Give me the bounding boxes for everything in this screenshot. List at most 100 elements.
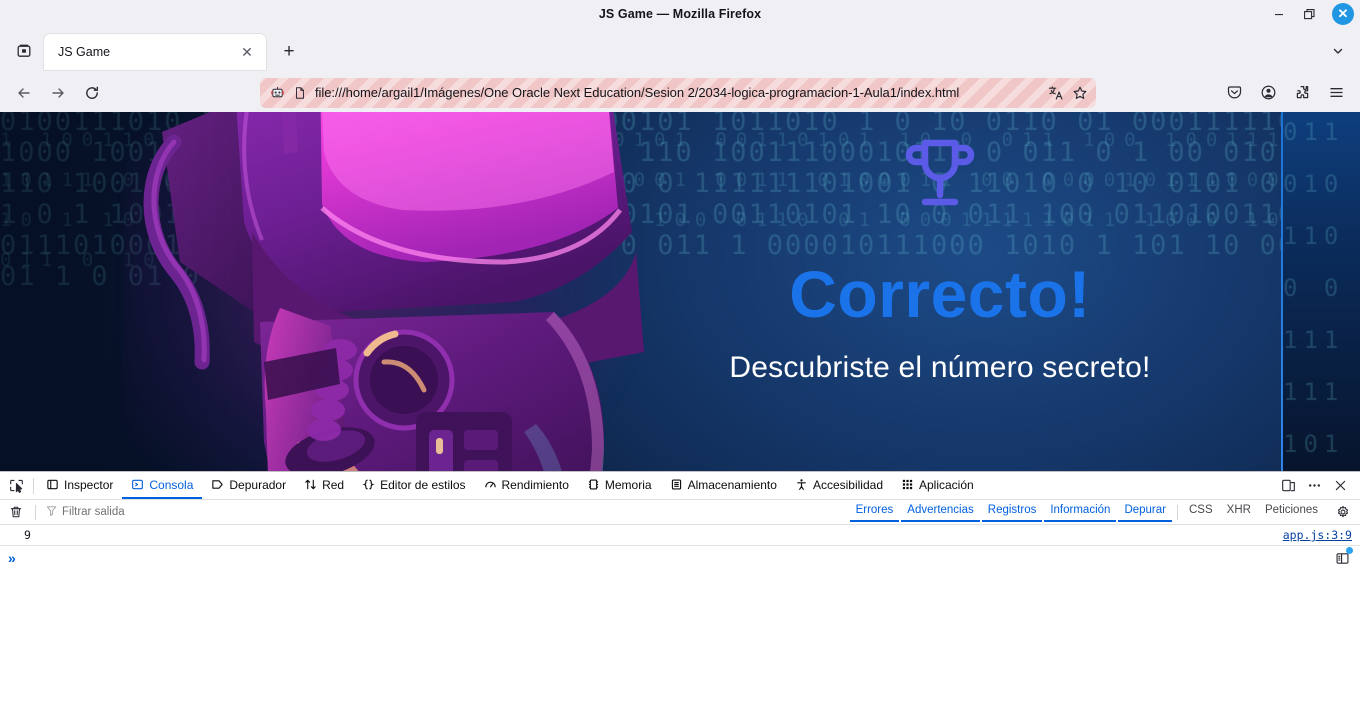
page-subtitle: Descubriste el número secreto! [729, 351, 1151, 384]
devtools-tab-label: Red [322, 477, 345, 492]
back-button[interactable] [8, 78, 40, 108]
devtools-tab-label: Memoria [604, 477, 652, 492]
console-message-text: 9 [24, 528, 31, 542]
astronaut-figure [143, 112, 644, 471]
console-message-row[interactable]: 9 app.js:3:9 [0, 525, 1360, 546]
address-bar[interactable]: file:///home/argail1/Imágenes/One Oracle… [260, 77, 1096, 108]
devtools-tab-editor-de-estilos[interactable]: Editor de estilos [353, 472, 474, 499]
forward-button[interactable] [42, 78, 74, 108]
devtools-tab-label: Almacenamiento [687, 477, 777, 492]
console-filter-placeholder: Filtrar salida [62, 506, 125, 518]
devtools-tab-label: Consola [149, 477, 194, 492]
split-console-icon[interactable] [1332, 547, 1353, 568]
binary-background-layer-3: 0110101100 0 111111101001 0 11010 0 10 0… [1283, 118, 1345, 458]
tab-strip: JS Game ✕ + [0, 28, 1360, 73]
filter-divider [35, 504, 36, 520]
bookmark-star-icon[interactable] [1072, 85, 1088, 101]
maximize-restore-button[interactable] [1294, 3, 1324, 25]
responsive-design-mode-icon[interactable] [1276, 474, 1300, 498]
firefox-view-icon[interactable] [8, 35, 40, 67]
devtools-tab-label: Editor de estilos [380, 477, 466, 492]
devtools-tab-label: Accesibilidad [812, 477, 883, 492]
toolbar-divider [33, 477, 34, 494]
devtools-tab-memoria[interactable]: Memoria [578, 472, 661, 499]
devtools-tab-label: Rendimiento [501, 477, 569, 492]
filter-pill-peticiones[interactable]: Peticiones [1259, 502, 1324, 522]
style-editor-icon [362, 478, 375, 491]
pocket-icon[interactable] [1218, 78, 1250, 108]
firefox-window: JS Game — Mozilla Firefox ✕ JS Game ✕ + … [0, 0, 1360, 720]
devtools-tab-label: Aplicación [919, 477, 974, 492]
filter-pill-informacion[interactable]: Información [1044, 502, 1117, 522]
web-content-area[interactable]: 0100111010 1 01 100110101 001011100101 1… [0, 112, 1360, 471]
console-filter-bar: Filtrar salida Errores Advertencias Regi… [0, 500, 1360, 525]
window-titlebar: JS Game — Mozilla Firefox ✕ [0, 0, 1360, 28]
devtools-tab-accesibilidad[interactable]: Accesibilidad [786, 472, 892, 499]
url-text[interactable]: file:///home/argail1/Imágenes/One Oracle… [315, 85, 1040, 100]
devtools-tab-red[interactable]: Red [295, 472, 353, 499]
page-title: Correcto! [789, 257, 1091, 331]
reload-button[interactable] [76, 78, 108, 108]
gear-icon[interactable] [1332, 501, 1354, 523]
trophy-icon [901, 136, 979, 217]
devtools-toolbar: Inspector Consola Depurador Red Editor d… [0, 472, 1360, 500]
puzzle-extensions-icon[interactable] [1286, 78, 1318, 108]
minimize-button[interactable] [1264, 3, 1294, 25]
tab-title: JS Game [58, 45, 111, 59]
navigation-toolbar: file:///home/argail1/Imágenes/One Oracle… [0, 73, 1360, 112]
console-empty-area[interactable] [0, 570, 1360, 720]
trash-icon[interactable] [4, 501, 28, 523]
devtools-tab-depurador[interactable]: Depurador [202, 472, 295, 499]
storage-icon [670, 478, 683, 491]
astronaut-illustration [84, 112, 644, 471]
console-message-source-link[interactable]: app.js:3:9 [1283, 528, 1352, 542]
devtools-tab-almacenamiento[interactable]: Almacenamiento [661, 472, 786, 499]
new-tab-button[interactable]: + [274, 37, 304, 67]
console-input-row[interactable]: » [0, 546, 1360, 570]
application-icon [901, 478, 914, 491]
account-icon[interactable] [1252, 78, 1284, 108]
debugger-icon [211, 478, 224, 491]
console-output[interactable]: 9 app.js:3:9 » [0, 525, 1360, 720]
pill-divider [1177, 504, 1178, 520]
document-icon [293, 86, 307, 100]
robot-icon [270, 85, 285, 100]
filter-pill-advertencias[interactable]: Advertencias [901, 502, 980, 522]
filter-pill-xhr[interactable]: XHR [1221, 502, 1257, 522]
devtools-toolbar-actions [1276, 474, 1360, 498]
devtools-tab-consola[interactable]: Consola [122, 472, 203, 499]
result-hero: Correcto! Descubriste el número secreto! [640, 112, 1240, 471]
hamburger-menu-icon[interactable] [1320, 78, 1352, 108]
filter-pill-css[interactable]: CSS [1183, 502, 1219, 522]
browser-tab[interactable]: JS Game ✕ [44, 34, 266, 70]
console-icon [131, 478, 144, 491]
translate-icon[interactable] [1048, 85, 1064, 101]
close-tab-icon[interactable]: ✕ [236, 41, 258, 63]
game-page: 0100111010 1 01 100110101 001011100101 1… [0, 112, 1360, 471]
devtools-panel: Inspector Consola Depurador Red Editor d… [0, 471, 1360, 720]
list-all-tabs-icon[interactable] [1324, 37, 1352, 65]
close-devtools-icon[interactable] [1328, 474, 1352, 498]
performance-icon [484, 478, 497, 491]
split-console-indicator [1346, 547, 1353, 554]
memory-icon [587, 478, 600, 491]
element-picker-icon[interactable] [2, 473, 30, 499]
page-outer-background: 0110101100 0 111111101001 0 11010 0 10 0… [1283, 112, 1360, 471]
network-icon [304, 478, 317, 491]
filter-pill-errores[interactable]: Errores [849, 502, 900, 522]
window-controls: ✕ [1264, 3, 1360, 25]
devtools-tab-rendimiento[interactable]: Rendimiento [475, 472, 578, 499]
devtools-tab-label: Inspector [64, 477, 114, 492]
window-title: JS Game — Mozilla Firefox [598, 7, 762, 21]
more-options-icon[interactable] [1302, 474, 1326, 498]
filter-pill-registros[interactable]: Registros [981, 502, 1043, 522]
console-filter-input[interactable]: Filtrar salida [43, 503, 846, 522]
close-window-button[interactable]: ✕ [1332, 3, 1354, 25]
devtools-tab-inspector[interactable]: Inspector [37, 472, 122, 499]
filter-icon [46, 505, 57, 519]
accessibility-icon [795, 478, 808, 491]
devtools-tab-label: Depurador [229, 477, 287, 492]
filter-pill-depurar[interactable]: Depurar [1118, 502, 1172, 522]
toolbar-right-icons [1218, 78, 1352, 108]
devtools-tab-aplicacion[interactable]: Aplicación [892, 472, 983, 499]
